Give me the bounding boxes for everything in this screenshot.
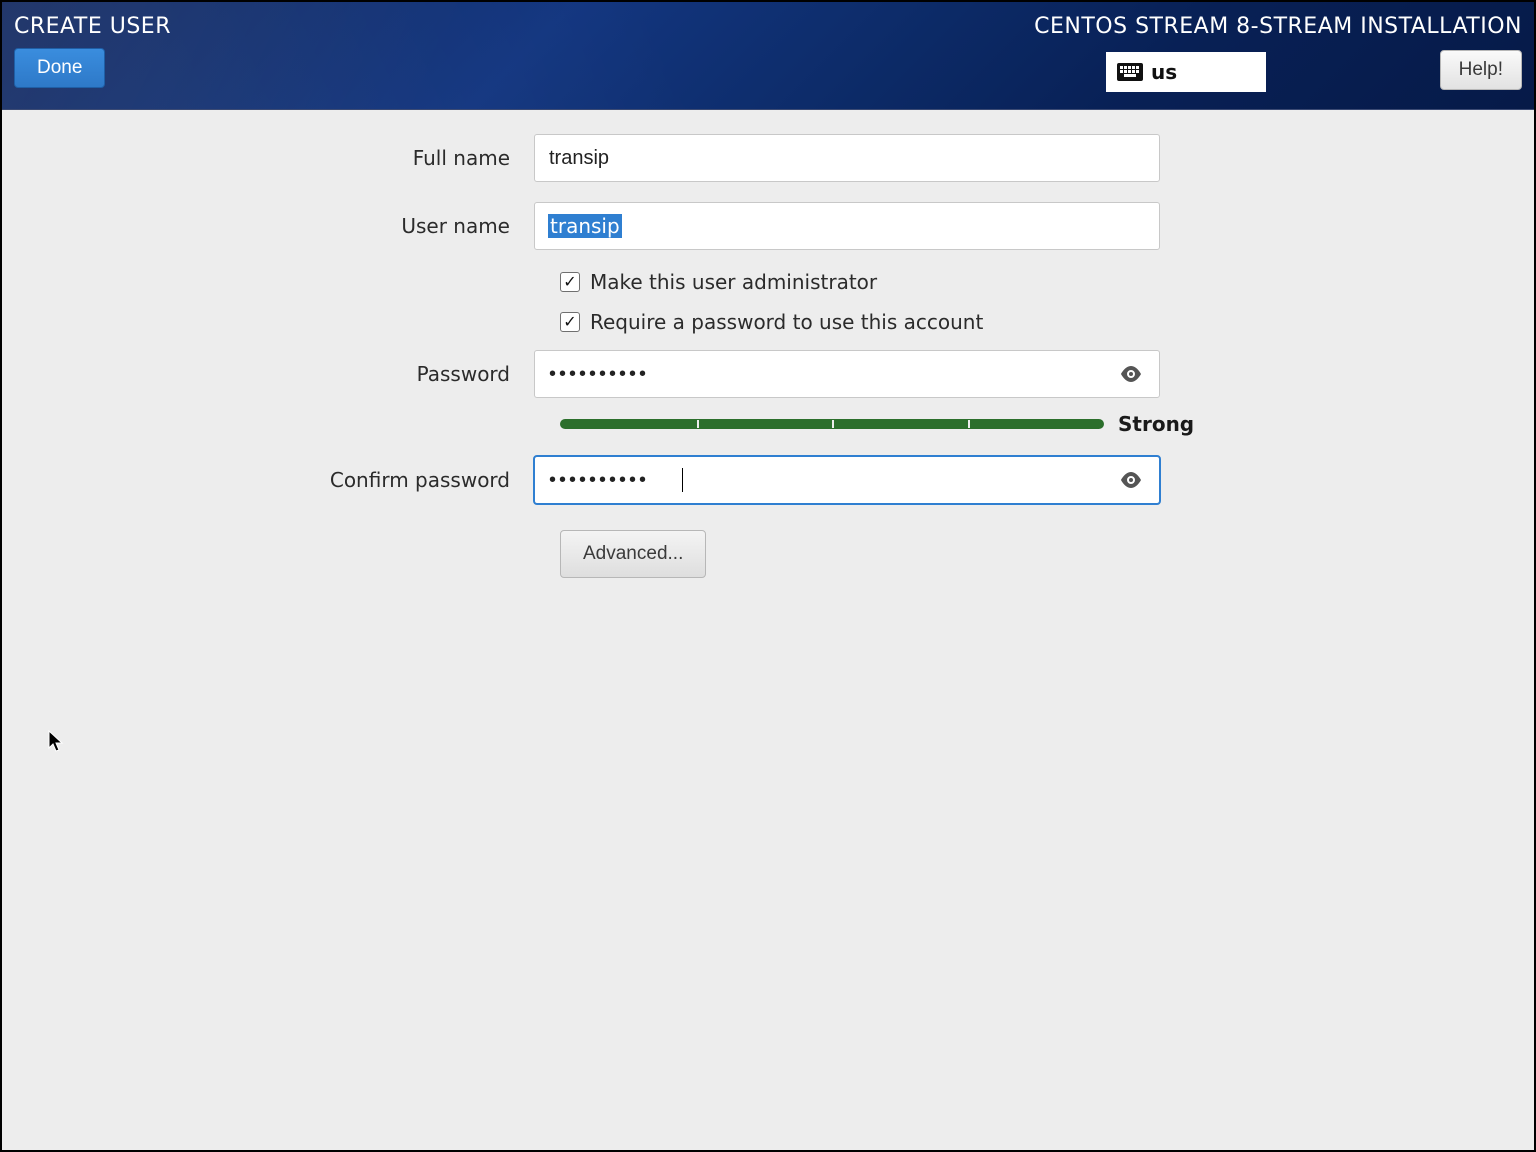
eye-icon (1120, 366, 1142, 382)
user-name-label: User name (0, 214, 534, 238)
row-user-name: User name transip (0, 202, 1536, 250)
done-button[interactable]: Done (14, 48, 105, 88)
password-strength-bar (560, 419, 1104, 429)
keyboard-layout-indicator[interactable]: us (1106, 52, 1266, 92)
page-title: CREATE USER (14, 14, 171, 39)
admin-checkbox-row: Make this user administrator (560, 270, 1536, 294)
header-bar: CREATE USER CENTOS STREAM 8-STREAM INSTA… (2, 2, 1534, 110)
full-name-input[interactable] (534, 134, 1160, 182)
password-strength-label: Strong (1118, 412, 1194, 436)
eye-icon (1120, 472, 1142, 488)
create-user-form: Full name User name transip Make this us… (0, 108, 1536, 1152)
password-strength: Strong (560, 412, 1536, 436)
admin-checkbox-label: Make this user administrator (590, 270, 877, 294)
password-label: Password (0, 362, 534, 386)
keyboard-icon (1117, 63, 1143, 81)
user-name-input[interactable] (534, 202, 1160, 250)
row-confirm-password: Confirm password (0, 456, 1536, 504)
help-button[interactable]: Help! (1440, 50, 1522, 90)
password-input[interactable] (534, 350, 1160, 398)
full-name-label: Full name (0, 146, 534, 170)
reveal-password-button[interactable] (1120, 366, 1142, 382)
product-title: CENTOS STREAM 8-STREAM INSTALLATION (1034, 14, 1522, 39)
row-password: Password (0, 350, 1536, 398)
require-password-checkbox[interactable] (560, 312, 580, 332)
reveal-confirm-password-button[interactable] (1120, 472, 1142, 488)
advanced-button[interactable]: Advanced... (560, 530, 706, 578)
text-cursor (682, 468, 683, 492)
row-full-name: Full name (0, 134, 1536, 182)
require-password-checkbox-row: Require a password to use this account (560, 310, 1536, 334)
confirm-password-input[interactable] (534, 456, 1160, 504)
keyboard-layout-label: us (1151, 60, 1177, 84)
require-password-checkbox-label: Require a password to use this account (590, 310, 983, 334)
admin-checkbox[interactable] (560, 272, 580, 292)
confirm-password-label: Confirm password (0, 468, 534, 492)
